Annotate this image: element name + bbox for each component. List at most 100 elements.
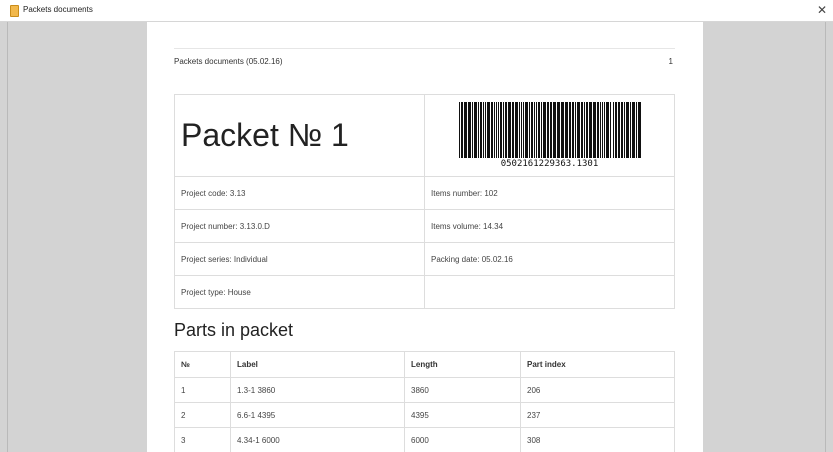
document-page: Packets documents (05.02.16) 1 Packet № … bbox=[147, 22, 703, 452]
barcode-bar bbox=[556, 102, 560, 158]
cell-label: 1.3-1 3860 bbox=[230, 377, 405, 403]
barcode-bar bbox=[524, 102, 528, 158]
packing-date: Packing date: 05.02.16 bbox=[424, 242, 675, 276]
window-title: Packets documents bbox=[23, 5, 93, 14]
barcode-bar bbox=[580, 102, 583, 158]
project-type: Project type: House bbox=[174, 275, 425, 309]
barcode-bar bbox=[603, 102, 605, 158]
column-header-length: Length bbox=[404, 351, 521, 378]
barcode-bar bbox=[583, 102, 585, 158]
barcode-bar bbox=[601, 102, 603, 158]
barcode-number: 0502161229363.1301 bbox=[500, 159, 599, 169]
barcode-bar bbox=[537, 102, 540, 158]
cell-length: 4395 bbox=[404, 402, 521, 428]
table-row: 3 4.34-1 6000 6000 308 bbox=[174, 427, 675, 452]
barcode-bar bbox=[560, 102, 564, 158]
info-row: Project type: House bbox=[174, 275, 675, 309]
parts-title: Parts in packet bbox=[174, 320, 294, 340]
title-bar: Packets documents ✕ bbox=[0, 0, 833, 22]
page-header: Packets documents (05.02.16) 1 bbox=[174, 48, 675, 74]
cell-number: 3 bbox=[174, 427, 231, 452]
column-header-part-index: Part index bbox=[520, 351, 675, 378]
barcode-bar bbox=[473, 102, 477, 158]
table-row: 1 1.3-1 3860 3860 206 bbox=[174, 377, 675, 403]
barcode-bar bbox=[518, 102, 520, 158]
barcode-bar bbox=[522, 102, 524, 158]
packet-info-table: Packet № 1 0502161229363.1301 Project co… bbox=[174, 94, 675, 309]
viewer-right-border bbox=[825, 22, 826, 452]
empty-cell bbox=[424, 275, 675, 309]
barcode-bar bbox=[592, 102, 596, 158]
barcode-bar bbox=[596, 102, 599, 158]
barcode-bar bbox=[574, 102, 576, 158]
page-header-title: Packets documents (05.02.16) bbox=[174, 57, 283, 66]
barcode-bar bbox=[617, 102, 620, 158]
document-icon bbox=[10, 5, 19, 17]
barcode bbox=[458, 102, 641, 158]
barcode-bar bbox=[504, 102, 507, 158]
info-row: Project series: Individual Packing date:… bbox=[174, 242, 675, 276]
column-header-label: Label bbox=[230, 351, 405, 378]
items-number: Items number: 102 bbox=[424, 176, 675, 210]
barcode-bar bbox=[495, 102, 497, 158]
barcode-bar bbox=[635, 102, 637, 158]
barcode-bar bbox=[612, 102, 614, 158]
barcode-bar bbox=[533, 102, 535, 158]
barcode-bar bbox=[549, 102, 552, 158]
barcode-bar bbox=[514, 102, 518, 158]
barcode-bar bbox=[637, 102, 641, 158]
barcode-bar bbox=[530, 102, 533, 158]
barcode-bar bbox=[477, 102, 479, 158]
cell-label: 4.34-1 6000 bbox=[230, 427, 405, 452]
barcode-bar bbox=[571, 102, 574, 158]
barcode-bar bbox=[507, 102, 511, 158]
barcode-bar bbox=[502, 102, 504, 158]
barcode-bar bbox=[588, 102, 592, 158]
cell-length: 6000 bbox=[404, 427, 521, 452]
barcode-bar bbox=[609, 102, 611, 158]
column-header-number: № bbox=[174, 351, 231, 378]
barcode-bar bbox=[546, 102, 549, 158]
cell-number: 1 bbox=[174, 377, 231, 403]
barcode-bar bbox=[568, 102, 571, 158]
parts-header-row: № Label Length Part index bbox=[174, 351, 675, 378]
info-row: Project number: 3.13.0.D Items volume: 1… bbox=[174, 209, 675, 243]
cell-label: 6.6-1 4395 bbox=[230, 402, 405, 428]
barcode-bar bbox=[499, 102, 502, 158]
barcode-bar bbox=[493, 102, 495, 158]
barcode-bar bbox=[605, 102, 609, 158]
project-code: Project code: 3.13 bbox=[174, 176, 425, 210]
barcode-bar bbox=[623, 102, 625, 158]
parts-table: № Label Length Part index 1 1.3-1 3860 3… bbox=[174, 351, 675, 452]
barcode-bar bbox=[528, 102, 530, 158]
barcode-bar bbox=[620, 102, 623, 158]
barcode-bar bbox=[482, 102, 484, 158]
barcode-bar bbox=[467, 102, 471, 158]
barcode-bar bbox=[511, 102, 514, 158]
barcode-bar bbox=[458, 102, 460, 158]
barcode-bar bbox=[463, 102, 467, 158]
barcode-bar bbox=[576, 102, 580, 158]
barcode-bar bbox=[484, 102, 486, 158]
project-series: Project series: Individual bbox=[174, 242, 425, 276]
cell-length: 3860 bbox=[404, 377, 521, 403]
barcode-bar bbox=[614, 102, 617, 158]
packet-title: Packet № 1 bbox=[181, 117, 349, 153]
page-number: 1 bbox=[668, 57, 673, 66]
packet-title-cell: Packet № 1 bbox=[174, 94, 425, 177]
barcode-bar bbox=[479, 102, 482, 158]
viewer-left-border bbox=[7, 22, 8, 452]
close-button[interactable]: ✕ bbox=[811, 0, 833, 22]
barcode-bar bbox=[460, 102, 463, 158]
cell-part-index: 206 bbox=[520, 377, 675, 403]
barcode-bar bbox=[631, 102, 635, 158]
barcode-bar bbox=[490, 102, 493, 158]
barcode-bar bbox=[585, 102, 588, 158]
packet-header-row: Packet № 1 0502161229363.1301 bbox=[174, 94, 675, 177]
document-viewer[interactable]: Packets documents (05.02.16) 1 Packet № … bbox=[0, 22, 833, 452]
barcode-bar bbox=[535, 102, 537, 158]
barcode-bar bbox=[564, 102, 568, 158]
barcode-bar bbox=[471, 102, 473, 158]
info-row: Project code: 3.13 Items number: 102 bbox=[174, 176, 675, 210]
barcode-bar bbox=[486, 102, 490, 158]
